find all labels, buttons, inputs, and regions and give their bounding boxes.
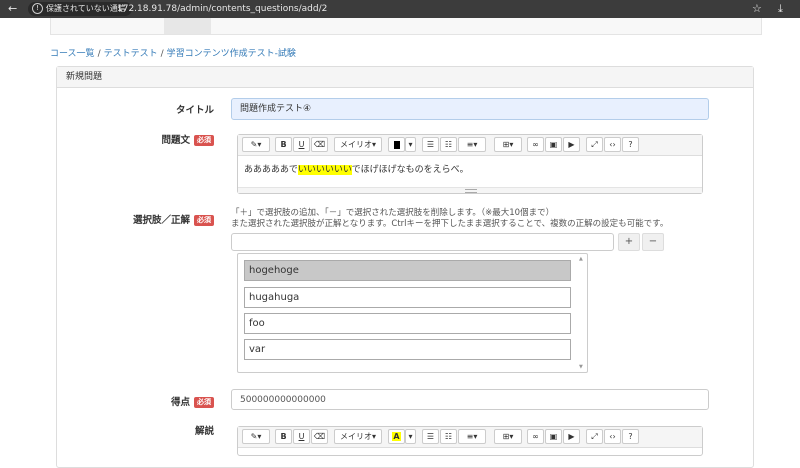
choices-label: 選択肢／正解 必須 (90, 212, 214, 226)
choice-option[interactable]: var (244, 339, 571, 360)
breadcrumb-separator: / (97, 49, 101, 59)
score-input[interactable]: 500000000000000 (231, 389, 709, 410)
question-editor-body[interactable]: あああああでいいいいいいでほげほげなものをえらべ。 (238, 156, 702, 190)
required-badge: 必須 (194, 215, 214, 226)
video-icon[interactable]: ▶ (563, 137, 580, 152)
bookmark-star-icon[interactable]: ☆ (752, 1, 762, 17)
ordered-list-icon[interactable]: ☷ (440, 137, 457, 152)
font-name-label: メイリオ (339, 432, 372, 441)
magic-wand-style-button[interactable]: ✎▾ (242, 429, 270, 444)
top-navbar (50, 18, 762, 35)
editor-toolbar: ✎▾ B U ⌫ メイリオ▾ ▾ ☰ ☷ ≡▾ ⊞▾ ∞ ▣ ▶ ⤢ ‹› ? (238, 135, 702, 156)
breadcrumb-course[interactable]: テストテスト (104, 49, 158, 59)
table-icon[interactable]: ⊞▾ (494, 137, 522, 152)
code-view-icon[interactable]: ‹› (604, 429, 621, 444)
question-label: 問題文 必須 (110, 132, 214, 146)
warning-icon: ! (32, 3, 43, 14)
underline-button[interactable]: U (293, 429, 310, 444)
code-view-icon[interactable]: ‹› (604, 137, 621, 152)
required-badge: 必須 (194, 397, 214, 408)
table-icon[interactable]: ⊞▾ (494, 429, 522, 444)
scroll-down-arrow-icon[interactable]: ▼ (579, 364, 583, 370)
ordered-list-icon[interactable]: ☷ (440, 429, 457, 444)
scroll-up-arrow-icon[interactable]: ▲ (579, 256, 583, 262)
remove-choice-button[interactable]: − (642, 233, 664, 251)
score-label-text: 得点 (170, 397, 190, 408)
required-badge: 必須 (194, 135, 214, 146)
color-swatch (393, 140, 400, 149)
grip-icon (465, 189, 477, 193)
breadcrumb-course-list[interactable]: コース一覧 (50, 49, 95, 59)
choices-help-text-2: また選択された選択肢が正解となります。Ctrlキーを押下したまま選択することで、… (231, 219, 669, 229)
picture-icon[interactable]: ▣ (545, 429, 562, 444)
breadcrumb-separator: / (160, 49, 164, 59)
download-icon[interactable]: ⤓ (778, 1, 783, 17)
video-icon[interactable]: ▶ (563, 429, 580, 444)
paragraph-align-icon[interactable]: ≡▾ (458, 429, 486, 444)
eraser-icon[interactable]: ⌫ (311, 429, 328, 444)
back-arrow-icon[interactable]: ← (8, 1, 17, 17)
question-label-text: 問題文 (161, 135, 190, 146)
paragraph-align-icon[interactable]: ≡▾ (458, 137, 486, 152)
font-name-label: メイリオ (339, 140, 372, 149)
nav-item-active[interactable] (164, 18, 211, 34)
question-text: でほげほげなものをえらべ。 (351, 165, 469, 175)
choices-help-text-1: 「＋」で選択肢の追加、「－」で選択された選択肢を削除します。（※最大10個まで） (231, 208, 555, 218)
explanation-label: 解説 (194, 426, 214, 437)
highlight-letter: A (392, 432, 401, 441)
unordered-list-icon[interactable]: ☰ (422, 429, 439, 444)
magic-wand-style-button[interactable]: ✎▾ (242, 137, 270, 152)
title-label: タイトル (175, 105, 214, 116)
color-dropdown-button[interactable]: ▾ (405, 429, 416, 444)
fullscreen-icon[interactable]: ⤢ (586, 429, 603, 444)
choice-option[interactable]: hugahuga (244, 287, 571, 308)
bold-button[interactable]: B (275, 429, 292, 444)
color-dropdown-button[interactable]: ▾ (405, 137, 416, 152)
help-button[interactable]: ? (622, 429, 639, 444)
new-choice-input[interactable] (231, 233, 614, 251)
highlighted-text: いいいいいい (297, 165, 352, 175)
font-name-select[interactable]: メイリオ▾ (334, 137, 382, 152)
browser-toolbar: ← ! 保護されていない通信 172.18.91.78/admin/content… (0, 0, 800, 18)
choices-label-text: 選択肢／正解 (132, 215, 190, 226)
link-icon[interactable]: ∞ (527, 429, 544, 444)
panel-heading: 新規問題 (57, 67, 753, 88)
eraser-icon[interactable]: ⌫ (311, 137, 328, 152)
font-color-button[interactable] (388, 137, 405, 152)
font-name-select[interactable]: メイリオ▾ (334, 429, 382, 444)
chevron-down-icon: ▾ (371, 432, 376, 441)
help-button[interactable]: ? (622, 137, 639, 152)
address-bar[interactable]: 172.18.91.78/admin/contents_questions/ad… (117, 3, 327, 15)
picture-icon[interactable]: ▣ (545, 137, 562, 152)
underline-button[interactable]: U (293, 137, 310, 152)
choice-option[interactable]: foo (244, 313, 571, 334)
question-editor[interactable]: ✎▾ B U ⌫ メイリオ▾ ▾ ☰ ☷ ≡▾ ⊞▾ ∞ ▣ ▶ ⤢ ‹› ? … (237, 134, 703, 194)
choice-option[interactable]: hogehoge (244, 260, 571, 281)
unordered-list-icon[interactable]: ☰ (422, 137, 439, 152)
fullscreen-icon[interactable]: ⤢ (586, 137, 603, 152)
editor-resize-handle[interactable] (238, 187, 702, 193)
bold-button[interactable]: B (275, 137, 292, 152)
score-label: 得点 必須 (130, 394, 214, 408)
breadcrumb-content[interactable]: 学習コンテンツ作成テスト-試験 (167, 49, 296, 59)
editor-toolbar: ✎▾ B U ⌫ メイリオ▾ A ▾ ☰ ☷ ≡▾ ⊞▾ ∞ ▣ ▶ ⤢ ‹› … (238, 427, 702, 448)
add-choice-button[interactable]: + (618, 233, 640, 251)
title-input[interactable]: 問題作成テスト④ (231, 98, 709, 120)
chevron-down-icon: ▾ (371, 140, 376, 149)
highlight-color-button[interactable]: A (388, 429, 405, 444)
breadcrumb: コース一覧 / テストテスト / 学習コンテンツ作成テスト-試験 (50, 46, 296, 59)
listbox-scrollbar[interactable]: ▲ ▼ (577, 254, 587, 372)
security-label: 保護されていない通信 (46, 4, 126, 13)
link-icon[interactable]: ∞ (527, 137, 544, 152)
question-text: あああああで (244, 165, 298, 175)
choices-listbox[interactable]: hogehoge hugahuga foo var ▲ ▼ (237, 253, 588, 373)
